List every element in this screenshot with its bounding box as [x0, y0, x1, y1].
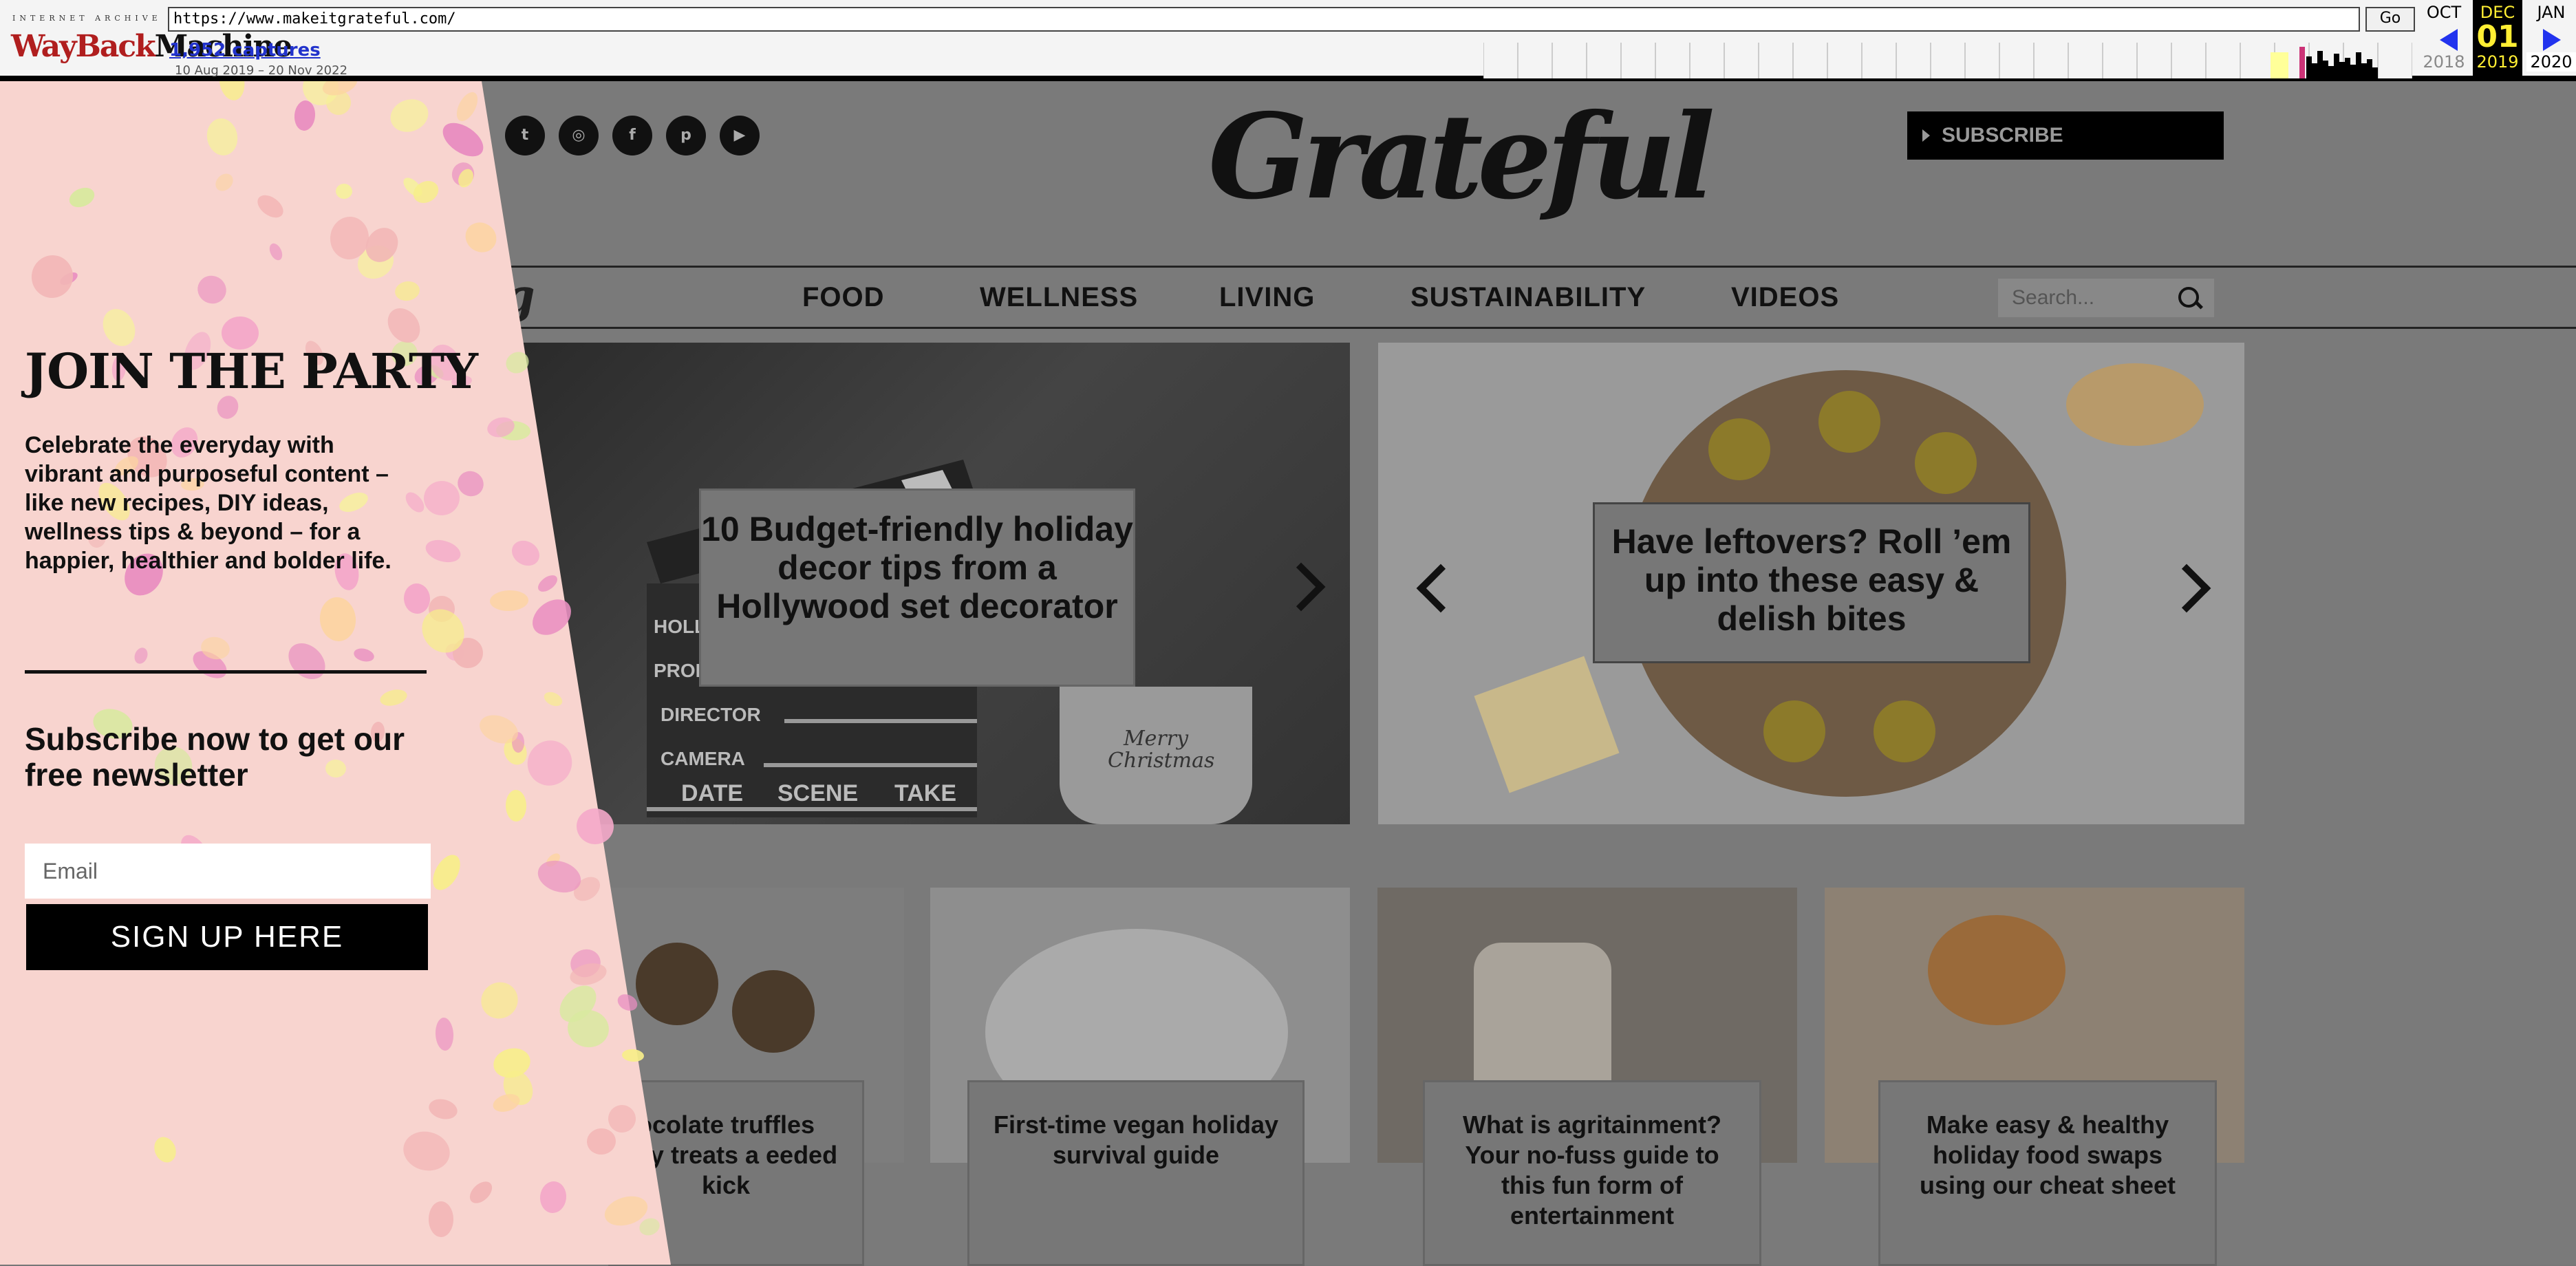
current-year-label: 2019	[2476, 52, 2519, 72]
pie-image	[1928, 915, 2065, 1025]
next-arrow-icon[interactable]	[2543, 29, 2561, 51]
clapper-label-6: SCENE	[777, 780, 858, 806]
popup-heading: JOIN THE PARTY	[25, 343, 478, 400]
wayback-url-input[interactable]: https://www.makeitgrateful.com/	[168, 7, 2360, 32]
clapper-label-7: TAKE	[894, 780, 956, 806]
mug-image: Merry Christmas	[1060, 687, 1252, 824]
article-card-4[interactable]: Make easy & healthy holiday food swaps u…	[1825, 888, 2244, 1266]
wayback-go-button[interactable]: Go	[2365, 7, 2415, 32]
popup-divider	[25, 670, 427, 674]
wayback-date-range: 10 Aug 2019 – 20 Nov 2022	[175, 63, 348, 78]
nav-sustainability[interactable]: SUSTAINABILITY	[1410, 268, 1646, 327]
article-card-3-title[interactable]: What is agritainment? Your no-fuss guide…	[1423, 1080, 1761, 1266]
wayback-prev-month[interactable]: OCT 2018	[2419, 0, 2469, 76]
article-card-4-title[interactable]: Make easy & healthy holiday food swaps u…	[1878, 1080, 2217, 1266]
prev-year-label: 2018	[2423, 52, 2465, 72]
confetti-piece	[429, 1201, 453, 1237]
wayback-logo-part1: WayBack	[11, 29, 156, 64]
hero-1-title[interactable]: 10 Budget-friendly holiday decor tips fr…	[699, 489, 1135, 687]
email-field[interactable]	[25, 844, 431, 899]
sauce-bowl-image	[2066, 363, 2204, 446]
wayback-current-month: DEC 01 2019	[2473, 0, 2522, 76]
prev-month-label: OCT	[2426, 3, 2462, 22]
food-bite	[1915, 432, 1977, 494]
mug-text: Merry Christmas	[1108, 727, 1215, 773]
prev-arrow-icon[interactable]	[2440, 29, 2458, 51]
food-bite	[1874, 700, 1935, 762]
hero-2-title[interactable]: Have leftovers? Roll ’em up into these e…	[1593, 502, 2030, 663]
clapper-label-5: DATE	[681, 780, 743, 806]
popup-subscribe-heading: Subscribe now to get our free newsletter	[25, 721, 405, 793]
subscribe-button[interactable]: SUBSCRIBE	[1907, 111, 2224, 160]
nav-wellness[interactable]: WELLNESS	[980, 268, 1138, 327]
nav-living[interactable]: LIVING	[1219, 268, 1315, 327]
youtube-icon[interactable]: ▶	[720, 116, 760, 155]
wayback-logo-top: INTERNET ARCHIVE	[12, 14, 162, 23]
next-year-label: 2020	[2526, 52, 2576, 72]
newsletter-popup: JOIN THE PARTY Celebrate the everyday wi…	[0, 81, 674, 1265]
search-input[interactable]	[1998, 279, 2163, 317]
truffle-image	[732, 970, 815, 1053]
food-bite	[1763, 700, 1825, 762]
wayback-capture-sparkline[interactable]	[1483, 43, 2412, 78]
nav-videos[interactable]: VIDEOS	[1731, 268, 1839, 327]
search-box	[1998, 279, 2214, 317]
signup-button[interactable]: SIGN UP HERE	[26, 904, 428, 970]
carousel-next-icon[interactable]	[1276, 562, 1326, 612]
wayback-captures-link[interactable]: 1,952 captures	[169, 40, 321, 61]
next-month-label: JAN	[2537, 3, 2566, 22]
nav-food[interactable]: FOOD	[802, 268, 885, 327]
current-day-label: 01	[2476, 19, 2519, 54]
article-card-3[interactable]: What is agritainment? Your no-fuss guide…	[1377, 888, 1797, 1266]
hero-slide-2[interactable]: Have leftovers? Roll ’em up into these e…	[1378, 343, 2244, 824]
food-bite	[1708, 418, 1770, 480]
cheese-image	[1474, 656, 1620, 793]
wayback-month-nav: OCT 2018 DEC 01 2019 JAN 2020	[2419, 0, 2576, 76]
wayback-toolbar: INTERNET ARCHIVE WayBackMachine https://…	[0, 0, 2576, 81]
article-card-2[interactable]: First-time vegan holiday survival guide	[930, 888, 1350, 1266]
carousel-prev-icon[interactable]	[1416, 564, 1466, 613]
article-card-2-title[interactable]: First-time vegan holiday survival guide	[967, 1080, 1305, 1266]
carousel-next-icon-2[interactable]	[2162, 564, 2211, 613]
wayback-logo[interactable]: INTERNET ARCHIVE WayBackMachine	[10, 11, 292, 73]
search-icon[interactable]	[2178, 287, 2199, 308]
popup-description: Celebrate the everyday with vibrant and …	[25, 432, 391, 574]
food-bite	[1818, 391, 1880, 453]
site-logo[interactable]: Grateful	[1208, 98, 1715, 215]
clapper-label-3: DIRECTOR	[661, 704, 761, 725]
